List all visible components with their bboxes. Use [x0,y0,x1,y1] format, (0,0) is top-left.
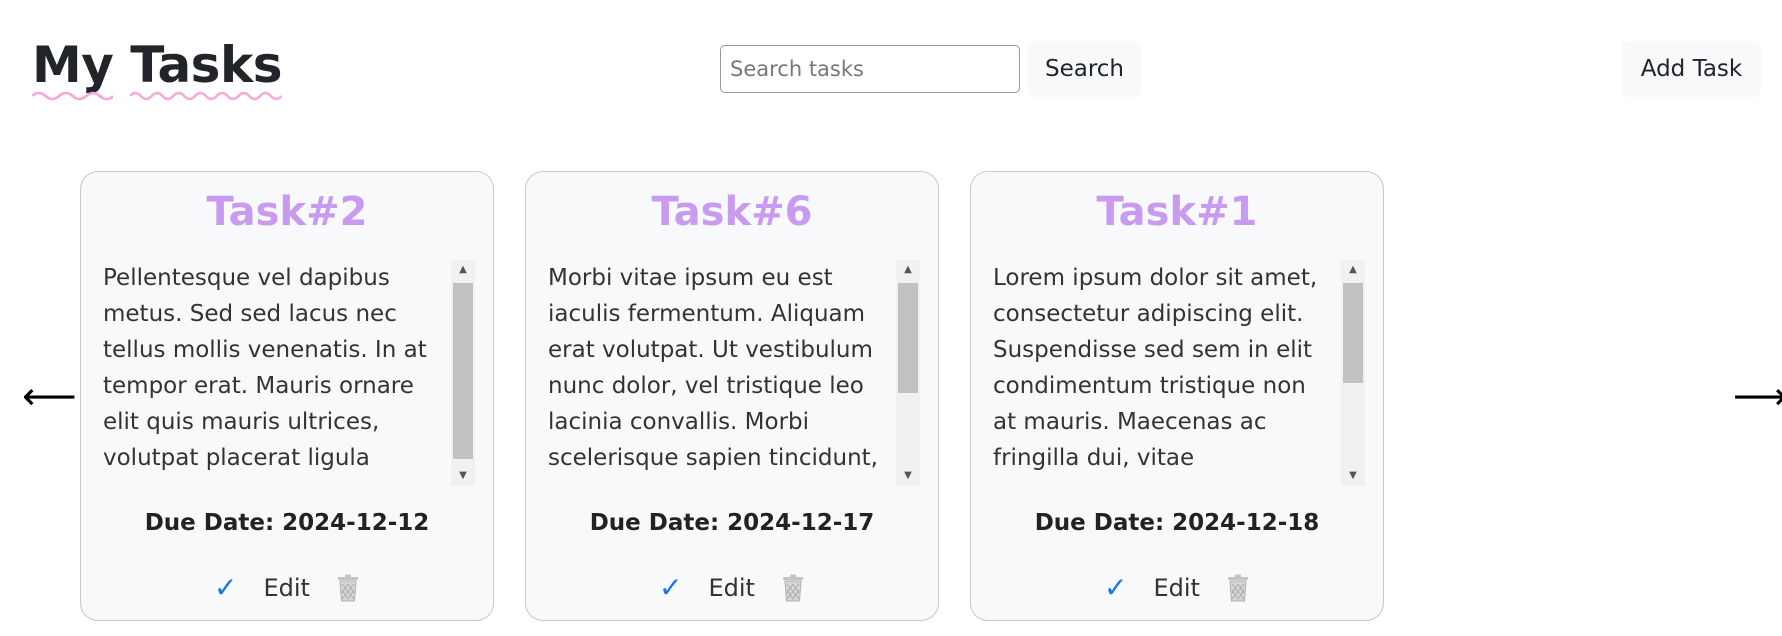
scroll-up-icon[interactable]: ▲ [896,260,920,280]
scroll-up-icon[interactable]: ▲ [1341,260,1365,280]
trash-icon[interactable] [781,574,805,602]
edit-button[interactable]: Edit [708,570,754,606]
task-description-box[interactable]: Morbi vitae ipsum eu est iaculis ferment… [548,260,920,486]
squiggle-underline-icon [32,91,114,101]
check-icon[interactable]: ✓ [214,570,237,606]
page-title-word-2: Tasks [130,30,282,101]
add-task-button[interactable]: Add Task [1622,41,1761,97]
scrollbar[interactable]: ▲ ▼ [451,260,475,486]
trash-icon[interactable] [336,574,360,602]
task-title: Task#6 [651,189,813,235]
task-card: Task#2 Pellentesque vel dapibus metus. S… [80,171,494,621]
scrollbar-thumb[interactable] [453,283,473,459]
task-card: Task#6 Morbi vitae ipsum eu est iaculis … [525,171,939,621]
task-title: Task#1 [1096,189,1258,235]
task-title: Task#2 [206,189,368,235]
task-actions: ✓ Edit [81,570,493,606]
check-icon[interactable]: ✓ [1104,570,1127,606]
squiggle-underline-icon [130,91,282,101]
trash-icon[interactable] [1226,574,1250,602]
search-button[interactable]: Search [1028,41,1141,97]
task-description: Lorem ipsum dolor sit amet, consectetur … [993,265,1318,471]
edit-button[interactable]: Edit [263,570,309,606]
scroll-down-icon[interactable]: ▼ [1341,466,1365,486]
due-date: Due Date: 2024-12-12 [144,510,430,536]
due-date: Due Date: 2024-12-17 [589,510,875,536]
scrollbar-thumb[interactable] [1343,283,1363,383]
search-input[interactable] [720,45,1020,93]
scrollbar[interactable]: ▲ ▼ [1341,260,1365,486]
scroll-down-icon[interactable]: ▼ [451,466,475,486]
scroll-up-icon[interactable]: ▲ [451,260,475,280]
scrollbar-thumb[interactable] [898,283,918,393]
arrow-left-icon[interactable]: ⟵ [22,376,76,416]
task-description: Pellentesque vel dapibus metus. Sed sed … [103,265,427,471]
page-title: My Tasks [32,30,282,101]
due-date: Due Date: 2024-12-18 [1034,510,1320,536]
task-actions: ✓ Edit [526,570,938,606]
task-description: Morbi vitae ipsum eu est iaculis ferment… [548,265,878,471]
task-card: Task#1 Lorem ipsum dolor sit amet, conse… [970,171,1384,621]
scroll-down-icon[interactable]: ▼ [896,466,920,486]
page-title-word-2-text: Tasks [130,36,282,94]
edit-button[interactable]: Edit [1153,570,1199,606]
check-icon[interactable]: ✓ [659,570,682,606]
task-actions: ✓ Edit [971,570,1383,606]
arrow-right-icon[interactable]: ⟶ [1733,376,1782,416]
page-title-word-1: My [32,30,114,101]
page-title-word-1-text: My [32,36,114,94]
task-description-box[interactable]: Lorem ipsum dolor sit amet, consectetur … [993,260,1365,486]
task-description-box[interactable]: Pellentesque vel dapibus metus. Sed sed … [103,260,475,486]
scrollbar[interactable]: ▲ ▼ [896,260,920,486]
